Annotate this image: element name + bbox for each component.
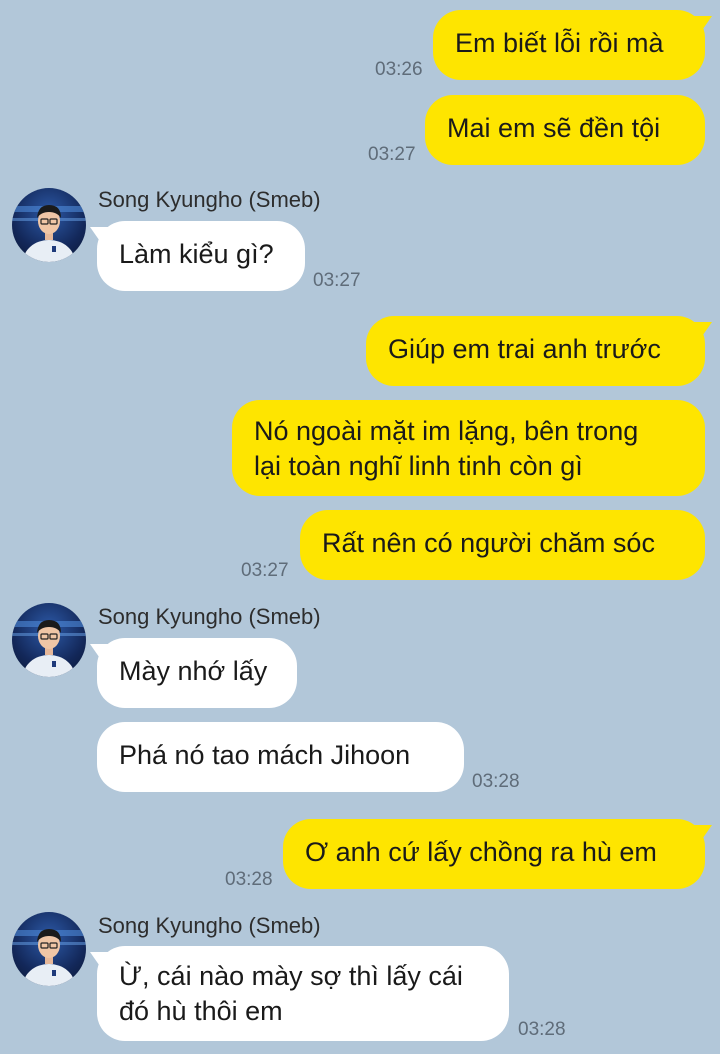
message-time: 03:28 [225,869,273,890]
message-text-line: lại toàn nghĩ linh tinh còn gì [254,451,583,481]
message-text-line: Ừ, cái nào mày sợ thì lấy cái [119,961,463,991]
outgoing-message[interactable]: Nó ngoài mặt im lặng, bên trong lại toàn… [232,400,705,496]
avatar[interactable] [12,603,86,677]
profile-photo-icon [12,205,86,262]
message-time: 03:26 [375,59,423,80]
avatar[interactable] [12,912,86,986]
outgoing-message[interactable]: Em biết lỗi rồi mà [433,10,705,80]
message-time: 03:27 [368,144,416,165]
message-text: Rất nên có người chăm sóc [322,528,655,558]
message-text: Ơ anh cứ lấy chồng ra hù em [305,837,657,867]
outgoing-message[interactable]: Mai em sẽ đền tội [425,95,705,165]
message-time: 03:27 [241,560,289,581]
message-text: Mai em sẽ đền tội [447,113,661,143]
avatar[interactable] [12,188,86,262]
incoming-message[interactable]: Phá nó tao mách Jihoon [97,722,464,792]
sender-name: Song Kyungho (Smeb) [98,604,321,629]
chat-window: Em biết lỗi rồi mà 03:26 Mai em sẽ đền t… [0,0,720,1054]
message-text: Giúp em trai anh trước [388,334,661,364]
message-text: Phá nó tao mách Jihoon [119,740,411,770]
outgoing-message[interactable]: Rất nên có người chăm sóc [300,510,705,580]
message-text: Em biết lỗi rồi mà [455,28,664,58]
profile-photo-icon [12,620,86,677]
profile-photo-icon [12,929,86,986]
message-text: Làm kiểu gì? [119,239,274,269]
sender-name: Song Kyungho (Smeb) [98,187,321,212]
message-time: 03:28 [518,1019,566,1040]
message-text-line: đó hù thôi em [119,996,283,1026]
incoming-message[interactable]: Mày nhớ lấy [97,638,297,708]
incoming-message[interactable]: Làm kiểu gì? [97,221,305,291]
incoming-message[interactable]: Ừ, cái nào mày sợ thì lấy cái đó hù thôi… [97,946,509,1041]
outgoing-message[interactable]: Ơ anh cứ lấy chồng ra hù em [283,819,705,889]
outgoing-message[interactable]: Giúp em trai anh trước [366,316,705,386]
message-time: 03:27 [313,270,361,291]
message-text: Mày nhớ lấy [119,656,268,686]
sender-name: Song Kyungho (Smeb) [98,913,321,938]
message-time: 03:28 [472,771,520,792]
message-text-line: Nó ngoài mặt im lặng, bên trong [254,416,639,446]
